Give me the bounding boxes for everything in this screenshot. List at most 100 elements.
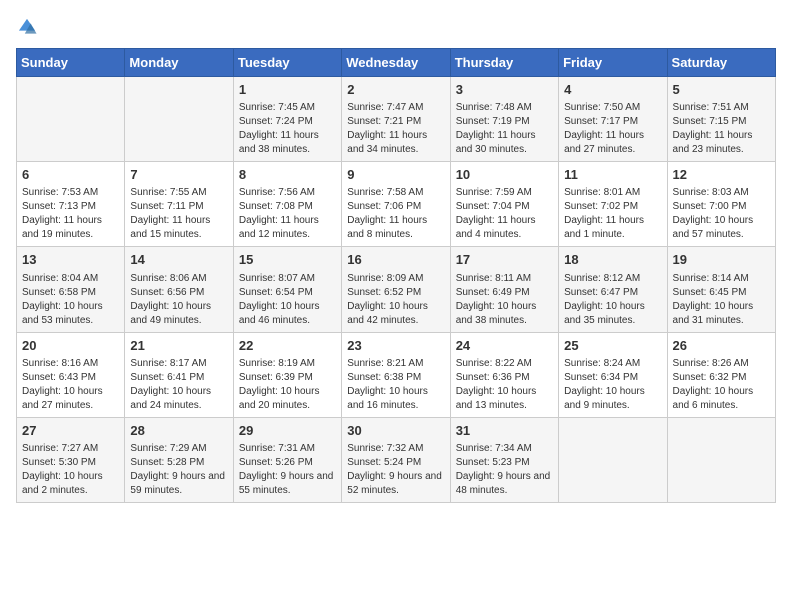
- day-info: Sunrise: 7:59 AM Sunset: 7:04 PM Dayligh…: [456, 186, 553, 242]
- day-info: Sunrise: 8:24 AM Sunset: 6:34 PM Dayligh…: [564, 357, 661, 413]
- day-number: 3: [456, 81, 553, 99]
- day-number: 13: [22, 251, 119, 269]
- week-row-5: 27 Sunrise: 7:27 AM Sunset: 5:30 PM Dayli…: [17, 417, 776, 502]
- calendar-cell: 22Sunrise: 8:19 AM Sunset: 6:39 PM Dayli…: [233, 332, 341, 417]
- week-row-2: 6 Sunrise: 7:53 AM Sunset: 7:13 PM Daylig…: [17, 162, 776, 247]
- calendar-cell: 2Sunrise: 7:47 AM Sunset: 7:21 PM Daylig…: [342, 77, 450, 162]
- day-info: Sunrise: 7:51 AM Sunset: 7:15 PM Dayligh…: [673, 101, 770, 157]
- day-info: Sunrise: 7:34 AM Sunset: 5:23 PM Dayligh…: [456, 442, 553, 498]
- day-info: Sunrise: 8:03 AM Sunset: 7:00 PM Dayligh…: [673, 186, 770, 242]
- day-number: 26: [673, 337, 770, 355]
- calendar-cell: 13Sunrise: 8:04 AM Sunset: 6:58 PM Dayli…: [17, 247, 125, 332]
- calendar-cell: 6 Sunrise: 7:53 AM Sunset: 7:13 PM Daylig…: [17, 162, 125, 247]
- day-number: 6: [22, 166, 119, 184]
- day-info: Sunrise: 8:14 AM Sunset: 6:45 PM Dayligh…: [673, 272, 770, 328]
- day-number: 30: [347, 422, 444, 440]
- day-number: 8: [239, 166, 336, 184]
- day-number: 24: [456, 337, 553, 355]
- day-info: Sunrise: 8:11 AM Sunset: 6:49 PM Dayligh…: [456, 272, 553, 328]
- day-number: 21: [130, 337, 227, 355]
- day-info: Sunrise: 7:29 AM Sunset: 5:28 PM Dayligh…: [130, 442, 227, 498]
- header-day-wednesday: Wednesday: [342, 49, 450, 77]
- day-info: Sunrise: 8:09 AM Sunset: 6:52 PM Dayligh…: [347, 272, 444, 328]
- calendar-table: SundayMondayTuesdayWednesdayThursdayFrid…: [16, 48, 776, 503]
- calendar-cell: 28 Sunrise: 7:29 AM Sunset: 5:28 PM Dayli…: [125, 417, 233, 502]
- week-row-4: 20 Sunrise: 8:16 AM Sunset: 6:43 PM Dayli…: [17, 332, 776, 417]
- header-row: SundayMondayTuesdayWednesdayThursdayFrid…: [17, 49, 776, 77]
- header-day-friday: Friday: [559, 49, 667, 77]
- calendar-cell: 16 Sunrise: 8:09 AM Sunset: 6:52 PM Dayli…: [342, 247, 450, 332]
- calendar-cell: [559, 417, 667, 502]
- calendar-cell: 24Sunrise: 8:22 AM Sunset: 6:36 PM Dayli…: [450, 332, 558, 417]
- header-day-tuesday: Tuesday: [233, 49, 341, 77]
- calendar-cell: [125, 77, 233, 162]
- day-info: Sunrise: 8:01 AM Sunset: 7:02 PM Dayligh…: [564, 186, 661, 242]
- day-number: 10: [456, 166, 553, 184]
- day-info: Sunrise: 8:07 AM Sunset: 6:54 PM Dayligh…: [239, 272, 336, 328]
- day-info: Sunrise: 8:12 AM Sunset: 6:47 PM Dayligh…: [564, 272, 661, 328]
- calendar-cell: 8 Sunrise: 7:56 AM Sunset: 7:08 PM Daylig…: [233, 162, 341, 247]
- day-info: Sunrise: 7:31 AM Sunset: 5:26 PM Dayligh…: [239, 442, 336, 498]
- day-info: Sunrise: 7:58 AM Sunset: 7:06 PM Dayligh…: [347, 186, 444, 242]
- calendar-cell: 19Sunrise: 8:14 AM Sunset: 6:45 PM Dayli…: [667, 247, 775, 332]
- calendar-cell: 18 Sunrise: 8:12 AM Sunset: 6:47 PM Dayli…: [559, 247, 667, 332]
- calendar-cell: 27 Sunrise: 7:27 AM Sunset: 5:30 PM Dayli…: [17, 417, 125, 502]
- logo: [16, 16, 42, 38]
- day-info: Sunrise: 8:19 AM Sunset: 6:39 PM Dayligh…: [239, 357, 336, 413]
- header-day-saturday: Saturday: [667, 49, 775, 77]
- calendar-cell: 15 Sunrise: 8:07 AM Sunset: 6:54 PM Dayli…: [233, 247, 341, 332]
- calendar-cell: 9 Sunrise: 7:58 AM Sunset: 7:06 PM Daylig…: [342, 162, 450, 247]
- day-number: 23: [347, 337, 444, 355]
- day-info: Sunrise: 7:32 AM Sunset: 5:24 PM Dayligh…: [347, 442, 444, 498]
- day-info: Sunrise: 7:27 AM Sunset: 5:30 PM Dayligh…: [22, 442, 119, 498]
- calendar-cell: 12Sunrise: 8:03 AM Sunset: 7:00 PM Dayli…: [667, 162, 775, 247]
- day-info: Sunrise: 8:21 AM Sunset: 6:38 PM Dayligh…: [347, 357, 444, 413]
- day-number: 25: [564, 337, 661, 355]
- calendar-cell: 11Sunrise: 8:01 AM Sunset: 7:02 PM Dayli…: [559, 162, 667, 247]
- day-info: Sunrise: 8:17 AM Sunset: 6:41 PM Dayligh…: [130, 357, 227, 413]
- day-info: Sunrise: 8:06 AM Sunset: 6:56 PM Dayligh…: [130, 272, 227, 328]
- day-number: 7: [130, 166, 227, 184]
- day-number: 18: [564, 251, 661, 269]
- calendar-cell: 7Sunrise: 7:55 AM Sunset: 7:11 PM Daylig…: [125, 162, 233, 247]
- page-header: [16, 16, 776, 38]
- day-number: 4: [564, 81, 661, 99]
- calendar-cell: 4 Sunrise: 7:50 AM Sunset: 7:17 PM Daylig…: [559, 77, 667, 162]
- calendar-cell: 25 Sunrise: 8:24 AM Sunset: 6:34 PM Dayli…: [559, 332, 667, 417]
- calendar-header: SundayMondayTuesdayWednesdayThursdayFrid…: [17, 49, 776, 77]
- day-number: 14: [130, 251, 227, 269]
- day-number: 16: [347, 251, 444, 269]
- calendar-cell: 31 Sunrise: 7:34 AM Sunset: 5:23 PM Dayli…: [450, 417, 558, 502]
- day-number: 9: [347, 166, 444, 184]
- day-number: 1: [239, 81, 336, 99]
- day-info: Sunrise: 8:26 AM Sunset: 6:32 PM Dayligh…: [673, 357, 770, 413]
- day-number: 5: [673, 81, 770, 99]
- calendar-body: 1Sunrise: 7:45 AM Sunset: 7:24 PM Daylig…: [17, 77, 776, 503]
- day-number: 20: [22, 337, 119, 355]
- header-day-sunday: Sunday: [17, 49, 125, 77]
- day-number: 17: [456, 251, 553, 269]
- day-info: Sunrise: 7:56 AM Sunset: 7:08 PM Dayligh…: [239, 186, 336, 242]
- day-info: Sunrise: 7:53 AM Sunset: 7:13 PM Dayligh…: [22, 186, 119, 242]
- calendar-cell: 30 Sunrise: 7:32 AM Sunset: 5:24 PM Dayli…: [342, 417, 450, 502]
- calendar-cell: 1Sunrise: 7:45 AM Sunset: 7:24 PM Daylig…: [233, 77, 341, 162]
- day-info: Sunrise: 7:50 AM Sunset: 7:17 PM Dayligh…: [564, 101, 661, 157]
- calendar-cell: 10 Sunrise: 7:59 AM Sunset: 7:04 PM Dayli…: [450, 162, 558, 247]
- day-number: 15: [239, 251, 336, 269]
- calendar-cell: 3Sunrise: 7:48 AM Sunset: 7:19 PM Daylig…: [450, 77, 558, 162]
- header-day-monday: Monday: [125, 49, 233, 77]
- calendar-cell: 17 Sunrise: 8:11 AM Sunset: 6:49 PM Dayli…: [450, 247, 558, 332]
- calendar-cell: 23 Sunrise: 8:21 AM Sunset: 6:38 PM Dayli…: [342, 332, 450, 417]
- calendar-cell: 14 Sunrise: 8:06 AM Sunset: 6:56 PM Dayli…: [125, 247, 233, 332]
- day-info: Sunrise: 8:16 AM Sunset: 6:43 PM Dayligh…: [22, 357, 119, 413]
- calendar-cell: 20 Sunrise: 8:16 AM Sunset: 6:43 PM Dayli…: [17, 332, 125, 417]
- day-number: 2: [347, 81, 444, 99]
- day-number: 28: [130, 422, 227, 440]
- day-number: 31: [456, 422, 553, 440]
- logo-icon: [16, 16, 38, 38]
- day-number: 27: [22, 422, 119, 440]
- week-row-3: 13Sunrise: 8:04 AM Sunset: 6:58 PM Dayli…: [17, 247, 776, 332]
- calendar-cell: 21 Sunrise: 8:17 AM Sunset: 6:41 PM Dayli…: [125, 332, 233, 417]
- week-row-1: 1Sunrise: 7:45 AM Sunset: 7:24 PM Daylig…: [17, 77, 776, 162]
- calendar-cell: 29Sunrise: 7:31 AM Sunset: 5:26 PM Dayli…: [233, 417, 341, 502]
